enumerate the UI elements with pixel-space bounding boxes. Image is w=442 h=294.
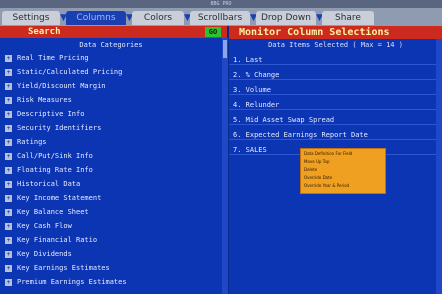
panel-title: Monitor Column Selections bbox=[229, 26, 442, 39]
category-item[interactable]: + Real Time Pricing bbox=[5, 53, 217, 63]
category-item[interactable]: + Key Cash Flow bbox=[5, 221, 217, 231]
selected-item[interactable]: 5. Mid Asset Swap Spread bbox=[229, 115, 442, 125]
expand-icon[interactable]: + bbox=[5, 180, 12, 188]
expand-icon[interactable]: + bbox=[5, 194, 12, 202]
tab-settings[interactable]: Settings bbox=[2, 11, 60, 25]
expand-icon[interactable]: + bbox=[5, 208, 12, 216]
scrollbar-thumb[interactable] bbox=[223, 40, 227, 58]
category-item[interactable]: + Key Financial Ratio bbox=[5, 235, 217, 245]
category-item[interactable]: + Key Dividends bbox=[5, 249, 217, 259]
search-bar: Search GO bbox=[0, 26, 227, 38]
tab-scrollbars[interactable]: Scrollbars bbox=[190, 11, 250, 25]
search-input[interactable]: Search bbox=[0, 26, 200, 38]
selected-item[interactable]: 1. Last bbox=[229, 55, 442, 65]
expand-icon[interactable]: + bbox=[5, 82, 12, 90]
category-item[interactable]: + Ratings bbox=[5, 137, 217, 147]
go-button[interactable]: GO bbox=[205, 27, 221, 37]
tab-drop-down[interactable]: Drop Down bbox=[256, 11, 316, 25]
expand-icon[interactable]: + bbox=[5, 222, 12, 230]
window-title: BBG PRO bbox=[0, 0, 442, 8]
data-categories-panel: Data Categories + Real Time Pricing + Stat… bbox=[0, 38, 223, 294]
expand-icon[interactable]: + bbox=[5, 110, 12, 118]
menu-item-override-year-period[interactable]: Override Year & Period bbox=[304, 182, 349, 190]
data-categories-header: Data Categories bbox=[79, 41, 143, 49]
tab-bar: Settings ▼ Columns ▼ Colors ▼ Scrollbars… bbox=[0, 8, 442, 26]
category-item[interactable]: + Premium Earnings Estimates bbox=[5, 277, 217, 287]
selected-item[interactable]: 6. Expected Earnings Report Date bbox=[229, 130, 442, 140]
category-item[interactable]: + Static/Calculated Pricing bbox=[5, 67, 217, 77]
category-item[interactable]: + Security Identifiers bbox=[5, 123, 217, 133]
tab-columns[interactable]: Columns bbox=[66, 11, 126, 25]
expand-icon[interactable]: + bbox=[5, 236, 12, 244]
expand-icon[interactable]: + bbox=[5, 278, 12, 286]
category-item[interactable]: + Key Income Statement bbox=[5, 193, 217, 203]
expand-icon[interactable]: + bbox=[5, 68, 12, 76]
selected-items-header: Data Items Selected ( Max = 14 ) bbox=[268, 41, 403, 49]
menu-item-override-date[interactable]: Override Date bbox=[304, 174, 332, 182]
category-item[interactable]: + Risk Measures bbox=[5, 95, 217, 105]
expand-icon[interactable]: + bbox=[5, 54, 12, 62]
context-menu: Data Definition For Field Move Up Top De… bbox=[300, 148, 386, 194]
category-item[interactable]: + Historical Data bbox=[5, 179, 217, 189]
category-item[interactable]: + Key Earnings Estimates bbox=[5, 263, 217, 273]
selected-items-scrollbar[interactable] bbox=[436, 39, 442, 294]
tab-share[interactable]: Share bbox=[322, 11, 374, 25]
expand-icon[interactable]: + bbox=[5, 152, 12, 160]
expand-icon[interactable]: + bbox=[5, 250, 12, 258]
selected-item[interactable]: 2. % Change bbox=[229, 70, 442, 80]
categories-scrollbar[interactable] bbox=[222, 38, 228, 294]
category-item[interactable]: + Key Balance Sheet bbox=[5, 207, 217, 217]
menu-item-move-up-top[interactable]: Move Up Top bbox=[304, 158, 330, 166]
menu-item-data-definition[interactable]: Data Definition For Field bbox=[304, 150, 352, 158]
selected-item[interactable]: 3. Volume bbox=[229, 85, 442, 95]
tab-colors[interactable]: Colors bbox=[132, 11, 184, 25]
expand-icon[interactable]: + bbox=[5, 138, 12, 146]
expand-icon[interactable]: + bbox=[5, 96, 12, 104]
category-item[interactable]: + Descriptive Info bbox=[5, 109, 217, 119]
selected-item[interactable]: 4. Relunder bbox=[229, 100, 442, 110]
menu-item-delete[interactable]: Delete bbox=[304, 166, 317, 174]
expand-icon[interactable]: + bbox=[5, 124, 12, 132]
expand-icon[interactable]: + bbox=[5, 166, 12, 174]
category-item[interactable]: + Call/Put/Sink Info bbox=[5, 151, 217, 161]
category-item[interactable]: + Yield/Discount Margin bbox=[5, 81, 217, 91]
expand-icon[interactable]: + bbox=[5, 264, 12, 272]
category-item[interactable]: + Floating Rate Info bbox=[5, 165, 217, 175]
